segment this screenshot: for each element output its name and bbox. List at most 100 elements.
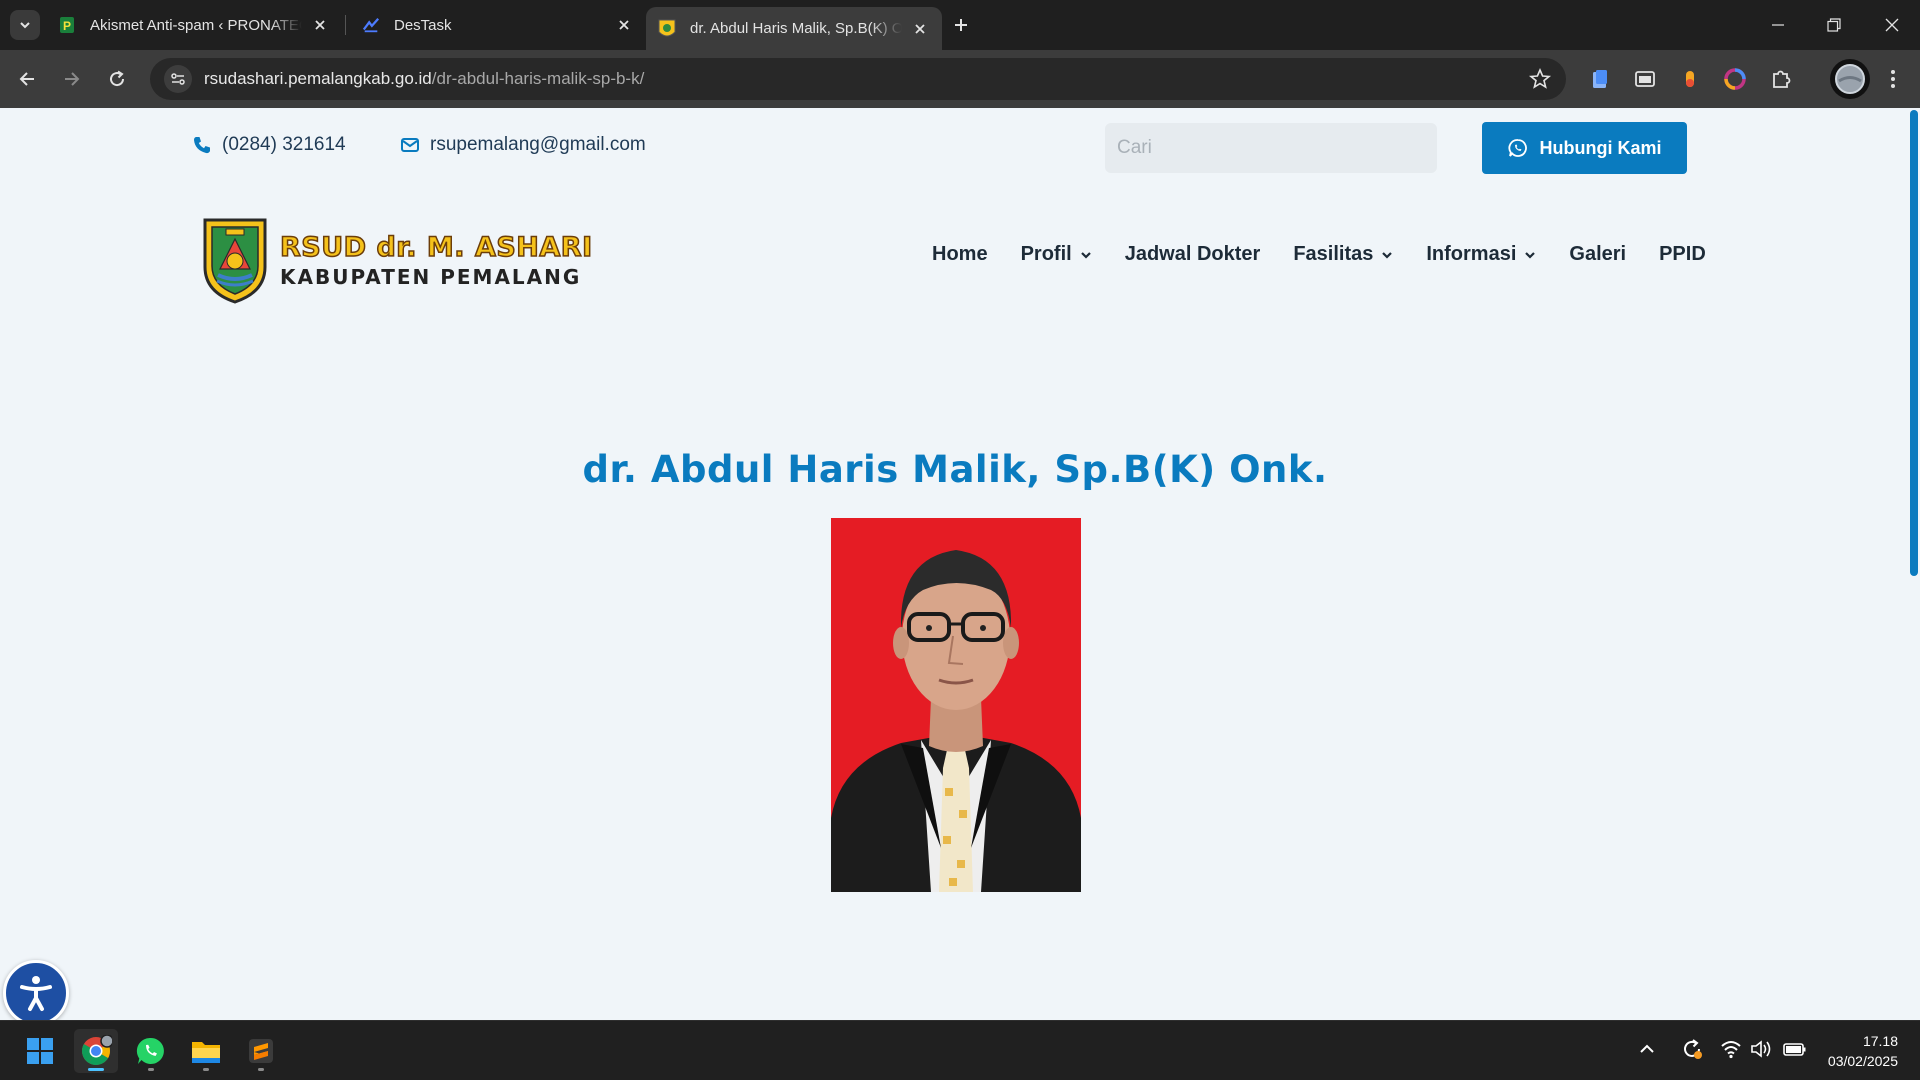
forward-button[interactable] — [55, 62, 89, 96]
site-info-icon[interactable] — [164, 65, 192, 93]
taskbar-clock[interactable]: 17.18 03/02/2025 — [1828, 1031, 1898, 1071]
doctor-photo — [831, 518, 1081, 892]
pronatec-icon: P — [58, 16, 76, 34]
web-page: (0284) 321614 rsupemalang@gmail.com Hubu… — [0, 108, 1908, 1020]
tab-separator — [345, 15, 346, 35]
extensions-puzzle-icon[interactable] — [1764, 62, 1798, 96]
tab-title: Akismet Anti-spam ‹ PRONATEC — [90, 16, 302, 34]
url-path: /dr-abdul-haris-malik-sp-b-k/ — [431, 69, 645, 88]
taskbar-file-explorer[interactable] — [184, 1029, 228, 1073]
contact-us-label: Hubungi Kami — [1539, 137, 1662, 158]
system-tray — [1638, 1037, 1808, 1061]
pemalang-emblem-icon — [203, 218, 267, 304]
page-title: dr. Abdul Haris Malik, Sp.B(K) Onk. — [582, 448, 1328, 491]
sublime-text-icon — [249, 1039, 273, 1063]
site-logo[interactable]: RSUD dr. M. ASHARI KABUPATEN PEMALANG — [202, 216, 593, 306]
page-scrollbar[interactable] — [1908, 108, 1920, 1020]
address-bar[interactable]: rsudashari.pemalangkab.go.id/dr-abdul-ha… — [150, 58, 1566, 100]
clock-date: 03/02/2025 — [1827, 1053, 1898, 1069]
taskbar-chrome[interactable] — [74, 1029, 118, 1073]
tab-doctor-page[interactable]: dr. Abdul Haris Malik, Sp.B(K) Onk. — [646, 7, 942, 50]
reload-button[interactable] — [100, 62, 134, 96]
extension-color-ring-icon[interactable] — [1718, 62, 1752, 96]
contact-us-button[interactable]: Hubungi Kami — [1482, 122, 1687, 174]
search-input[interactable] — [1105, 123, 1437, 173]
tab-title: DesTask — [394, 16, 452, 34]
phone-contact[interactable]: (0284) 321614 — [192, 134, 346, 156]
nav-label: Profil — [1020, 243, 1072, 265]
taskbar-sublime-text[interactable] — [239, 1029, 283, 1073]
new-tab-button[interactable] — [946, 10, 976, 40]
nav-label: Informasi — [1426, 243, 1517, 265]
whatsapp-icon — [1508, 139, 1527, 157]
tab-akismet[interactable]: P Akismet Anti-spam ‹ PRONATEC — [46, 7, 342, 43]
close-icon[interactable] — [910, 19, 930, 39]
whatsapp-icon — [136, 1037, 164, 1064]
restore-icon — [1827, 18, 1841, 32]
nav-jadwal-dokter[interactable]: Jadwal Dokter — [1125, 243, 1261, 266]
nav-label: Jadwal Dokter — [1124, 243, 1261, 265]
sync-icon[interactable] — [1680, 1037, 1704, 1061]
browser-menu-icon[interactable] — [1876, 62, 1910, 96]
tab-search-button[interactable] — [10, 10, 40, 40]
nav-profil[interactable]: Profil — [1021, 243, 1092, 266]
extension-window-icon[interactable] — [1628, 62, 1662, 96]
taskbar-whatsapp[interactable] — [129, 1029, 173, 1073]
plus-icon — [955, 19, 967, 31]
email-address: rsupemalang@gmail.com — [430, 134, 646, 155]
file-explorer-icon — [192, 1042, 220, 1063]
tab-destask[interactable]: DesTask — [350, 7, 646, 43]
running-indicator — [203, 1068, 209, 1071]
nav-home[interactable]: Home — [932, 243, 988, 266]
nav-label: PPID — [1659, 243, 1706, 265]
close-icon[interactable] — [310, 15, 330, 35]
chrome-icon — [82, 1035, 112, 1065]
close-icon — [1885, 18, 1899, 32]
destask-icon — [362, 16, 380, 34]
chevron-down-icon — [1080, 251, 1091, 259]
arrow-left-icon — [19, 72, 34, 86]
nav-label: Fasilitas — [1293, 243, 1374, 265]
chevron-down-icon — [1525, 251, 1536, 259]
url-domain: rsudashari.pemalangkab.go.id — [204, 69, 432, 88]
start-button[interactable] — [18, 1029, 62, 1073]
battery-icon[interactable] — [1782, 1040, 1808, 1058]
minimize-button[interactable] — [1750, 0, 1806, 50]
bookmark-star-icon[interactable] — [1528, 67, 1552, 96]
running-indicator — [258, 1068, 264, 1071]
nav-fasilitas[interactable]: Fasilitas — [1293, 243, 1393, 266]
accessibility-button[interactable] — [3, 960, 69, 1020]
url-text: rsudashari.pemalangkab.go.id/dr-abdul-ha… — [204, 69, 644, 89]
nav-ppid[interactable]: PPID — [1659, 243, 1706, 266]
close-icon[interactable] — [614, 15, 634, 35]
close-window-button[interactable] — [1864, 0, 1920, 50]
svg-text:P: P — [63, 19, 71, 33]
rsud-logo-icon — [658, 19, 676, 38]
windows-taskbar: 17.18 03/02/2025 — [0, 1020, 1920, 1080]
chevron-down-icon — [20, 22, 30, 29]
accessibility-icon — [20, 976, 52, 1011]
clock-time: 17.18 — [1862, 1033, 1898, 1049]
wifi-icon[interactable] — [1720, 1039, 1742, 1059]
chevron-up-icon[interactable] — [1638, 1040, 1656, 1058]
nav-informasi[interactable]: Informasi — [1426, 243, 1536, 266]
profile-avatar[interactable] — [1830, 59, 1870, 99]
running-indicator — [148, 1068, 154, 1071]
browser-toolbar: rsudashari.pemalangkab.go.id/dr-abdul-ha… — [0, 50, 1920, 108]
email-contact[interactable]: rsupemalang@gmail.com — [400, 134, 646, 156]
phone-icon — [194, 137, 210, 154]
arrow-right-icon — [65, 72, 80, 86]
nav-label: Home — [932, 243, 988, 265]
tab-title: dr. Abdul Haris Malik, Sp.B(K) Onk. — [690, 20, 902, 37]
volume-icon[interactable] — [1750, 1039, 1774, 1059]
restore-button[interactable] — [1806, 0, 1862, 50]
active-indicator — [88, 1068, 104, 1071]
back-button[interactable] — [10, 62, 44, 96]
extension-capsule-icon[interactable] — [1673, 62, 1707, 96]
nav-galeri[interactable]: Galeri — [1569, 243, 1626, 266]
windows-start-icon — [27, 1038, 53, 1064]
nav-label: Galeri — [1569, 243, 1627, 265]
scrollbar-thumb[interactable] — [1910, 110, 1918, 576]
envelope-icon — [401, 138, 419, 152]
extension-docs-icon[interactable] — [1583, 62, 1617, 96]
